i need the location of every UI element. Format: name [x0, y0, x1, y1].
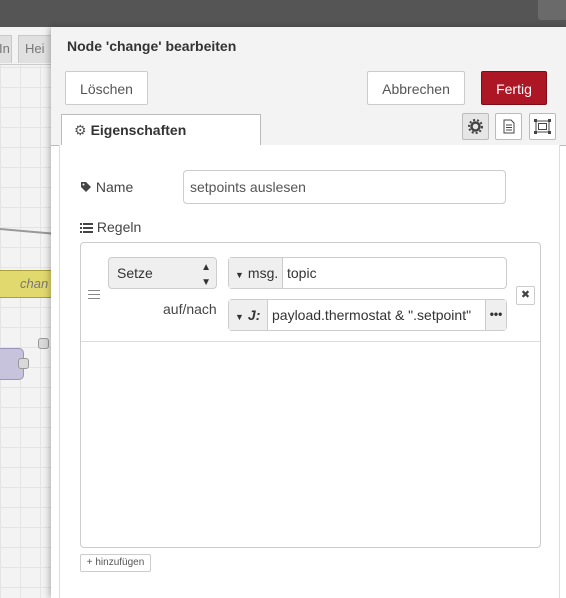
jsonata-icon: J:: [247, 307, 261, 323]
done-button[interactable]: Fertig: [481, 71, 547, 105]
add-rule-label: hinzufügen: [95, 557, 145, 568]
tray-toolbar: Löschen Abbrechen Fertig: [51, 63, 566, 111]
rule-action-select[interactable]: Setze ▲ ▼: [108, 257, 217, 289]
gear-icon: ⚙: [74, 122, 87, 138]
rules-label-text: Regeln: [96, 219, 142, 235]
tray-header: Node 'change' bearbeiten: [51, 27, 566, 64]
remove-rule-button[interactable]: ✖: [516, 286, 535, 305]
cancel-button[interactable]: Abbrechen: [367, 71, 465, 105]
properties-panel: Name Regeln Setze ▲▼ ▼msg.: [59, 145, 560, 598]
tab-appearance[interactable]: [529, 113, 556, 140]
name-input[interactable]: [183, 170, 506, 204]
close-icon: ✖: [520, 289, 531, 301]
caret-down-icon: ▼: [235, 312, 244, 322]
edit-tray: Node 'change' bearbeiten Löschen Abbrech…: [51, 27, 566, 598]
deploy-menu-button[interactable]: [538, 0, 566, 20]
target-type-label: msg.: [247, 265, 279, 281]
tab-settings[interactable]: [462, 113, 489, 140]
gear-icon: [468, 119, 483, 134]
tab-properties[interactable]: ⚙ Eigenschaften: [61, 114, 261, 146]
add-rule-button[interactable]: + hinzufügen: [80, 554, 151, 572]
drag-handle-icon[interactable]: [88, 290, 100, 302]
to-label: auf/nach: [163, 301, 217, 317]
list-icon: [80, 223, 93, 233]
tab-properties-label: Eigenschaften: [90, 122, 187, 138]
tag-icon: [81, 182, 91, 192]
node-port[interactable]: [38, 338, 49, 349]
rule-value-input[interactable]: ▼ J: payload.thermostat & ".setpoint" •••: [228, 299, 507, 331]
node-label: chan: [20, 276, 49, 291]
delete-button[interactable]: Löschen: [65, 71, 148, 105]
plus-icon: +: [86, 557, 93, 568]
tray-title: Node 'change' bearbeiten: [67, 38, 237, 54]
workspace-tab[interactable]: In: [0, 35, 12, 63]
value-type-button[interactable]: ▼ J:: [229, 300, 268, 330]
tab-description[interactable]: [495, 113, 522, 140]
node-port[interactable]: [18, 358, 29, 369]
frame-icon: [534, 119, 551, 134]
name-label-text: Name: [95, 179, 134, 195]
value-expression: payload.thermostat & ".setpoint": [272, 307, 472, 323]
rules-label: Regeln: [80, 219, 141, 235]
expand-editor-button[interactable]: •••: [485, 300, 506, 330]
ellipsis-icon: •••: [489, 307, 503, 321]
rule-target-input[interactable]: ▼ msg. topic: [228, 257, 507, 289]
target-value: topic: [287, 265, 317, 281]
name-label: Name: [80, 179, 133, 195]
top-bar: [0, 0, 566, 27]
document-icon: [503, 119, 515, 134]
select-arrows-icon: ▲ ▼: [201, 262, 211, 288]
rules-list: Setze ▲ ▼ ▼ msg. topic auf/nach ▼ J: payloa…: [80, 242, 541, 548]
caret-down-icon: ▼: [235, 270, 244, 280]
rule-row: Setze ▲ ▼ ▼ msg. topic auf/nach ▼ J: payloa…: [81, 243, 540, 342]
rule-action-value: Setze: [117, 265, 153, 281]
target-type-button[interactable]: ▼ msg.: [229, 258, 283, 288]
tray-tabs: ⚙ Eigenschaften: [51, 111, 566, 146]
